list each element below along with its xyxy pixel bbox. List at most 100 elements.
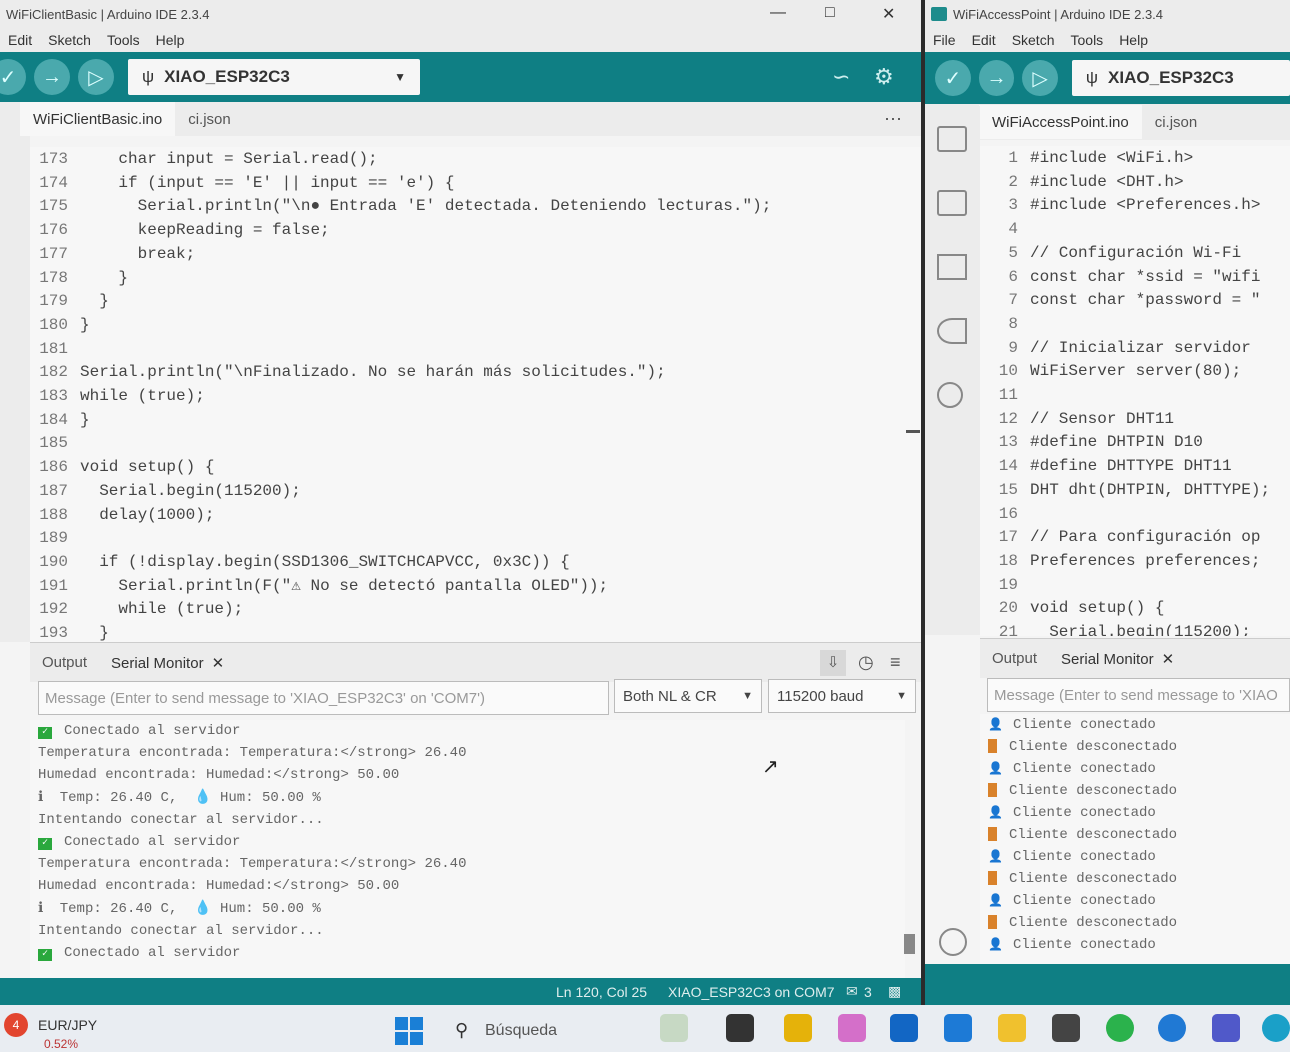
copilot-icon[interactable] [838, 1014, 866, 1042]
code-line[interactable]: 191 Serial.println(F("⚠ No se detectó pa… [30, 574, 608, 598]
verify-button[interactable]: ✓ [935, 60, 971, 96]
code-line[interactable]: 187 Serial.begin(115200); [30, 479, 301, 503]
search-icon[interactable] [937, 382, 963, 408]
code-line[interactable]: 5 // Configuración Wi-Fi [980, 241, 1241, 265]
code-line[interactable]: 8 [980, 312, 1030, 336]
line-ending-select[interactable]: Both NL & CR ▼ [614, 679, 762, 713]
store-icon[interactable] [944, 1014, 972, 1042]
tab-serial-monitor[interactable]: Serial Monitor ✕ [111, 654, 224, 672]
tab-sketch-file[interactable]: WiFiClientBasic.ino [20, 102, 176, 136]
code-line[interactable]: 9 // Inicializar servidor [980, 336, 1250, 360]
code-line[interactable]: 3 #include <Preferences.h> [980, 193, 1260, 217]
code-line[interactable]: 19 [980, 573, 1030, 597]
code-line[interactable]: 185 [30, 431, 80, 455]
menu-tools[interactable]: Tools [107, 32, 140, 48]
maximize-icon[interactable]: □ [825, 4, 835, 22]
board-port[interactable]: XIAO_ESP32C3 on COM7 [668, 984, 835, 1000]
close-icon[interactable]: ✕ [882, 4, 895, 24]
upload-button[interactable]: → [34, 59, 70, 95]
library-icon[interactable] [937, 254, 967, 280]
code-line[interactable]: 6 const char *ssid = "wifi [980, 265, 1260, 289]
code-line[interactable]: 173 char input = Serial.read(); [30, 147, 377, 171]
code-line[interactable]: 175 Serial.println("\n● Entrada 'E' dete… [30, 194, 771, 218]
folder-icon[interactable] [937, 126, 967, 152]
tab-output[interactable]: Output [42, 654, 87, 671]
spotify-icon[interactable] [1106, 1014, 1134, 1042]
toggle-autoscroll-icon[interactable]: ⇩ [820, 649, 846, 676]
more-tabs-icon[interactable]: ⋯ [884, 109, 902, 130]
code-line[interactable]: 13 #define DHTPIN D10 [980, 430, 1203, 454]
debug-button[interactable]: ▷ [1022, 60, 1058, 96]
code-line[interactable]: 17 // Para configuración op [980, 525, 1261, 549]
tab-sketch-file[interactable]: WiFiAccessPoint.ino [979, 105, 1142, 139]
serial-monitor-icon[interactable]: ⚙ [874, 64, 894, 90]
tab-ci-json[interactable]: ci.json [175, 102, 244, 136]
serial-plotter-icon[interactable]: ∽ [832, 64, 850, 90]
boards-manager-icon[interactable] [937, 190, 967, 216]
app-icon[interactable] [1052, 1014, 1080, 1042]
close-icon[interactable]: ✕ [212, 655, 225, 672]
widget-badge[interactable]: 4 [4, 1013, 28, 1037]
close-icon[interactable]: ✕ [1162, 651, 1175, 668]
code-line[interactable]: 181 [30, 337, 80, 361]
code-line[interactable]: 177 break; [30, 242, 195, 266]
code-line[interactable]: 12 // Sensor DHT11 [980, 407, 1174, 431]
outlook-icon[interactable] [890, 1014, 918, 1042]
code-line[interactable]: 14 #define DHTTYPE DHT11 [980, 454, 1232, 478]
code-line[interactable]: 186 void setup() { [30, 455, 214, 479]
verify-button[interactable]: ✓ [0, 59, 26, 95]
code-line[interactable]: 18 Preferences preferences; [980, 549, 1261, 573]
panel-toggle-icon[interactable]: ▩ [888, 983, 901, 1000]
code-line[interactable]: 189 [30, 526, 80, 550]
code-line[interactable]: 16 [980, 502, 1030, 526]
notification-icon[interactable]: ✉ [846, 983, 858, 1000]
tab-output[interactable]: Output [992, 650, 1037, 667]
code-line[interactable]: 192 while (true); [30, 597, 243, 621]
code-line[interactable]: 188 delay(1000); [30, 503, 214, 527]
code-line[interactable]: 1 #include <WiFi.h> [980, 146, 1193, 170]
teams-icon[interactable] [1212, 1014, 1240, 1042]
edge-icon[interactable] [1262, 1014, 1290, 1042]
left-code-editor[interactable]: 173 char input = Serial.read(); 174 if (i… [30, 147, 921, 642]
serial-scrollbar[interactable] [904, 934, 915, 954]
code-line[interactable]: 184} [30, 408, 89, 432]
menu-sketch[interactable]: Sketch [1012, 32, 1055, 48]
tab-ci-json[interactable]: ci.json [1142, 105, 1211, 139]
board-selector[interactable]: ψ XIAO_ESP32C3 ▼ [128, 59, 420, 95]
widget-title[interactable]: EUR/JPY [38, 1017, 97, 1033]
code-line[interactable]: 11 [980, 383, 1030, 407]
task-view-icon[interactable] [726, 1014, 754, 1042]
code-line[interactable]: 10 WiFiServer server(80); [980, 359, 1241, 383]
tab-serial-monitor[interactable]: Serial Monitor ✕ [1061, 650, 1174, 668]
code-line[interactable]: 176 keepReading = false; [30, 218, 329, 242]
widgets-icon[interactable] [660, 1014, 688, 1042]
menu-edit[interactable]: Edit [972, 32, 996, 48]
code-line[interactable]: 15 DHT dht(DHTPIN, DHTTYPE); [980, 478, 1270, 502]
code-line[interactable]: 183 while (true); [30, 384, 205, 408]
code-line[interactable]: 2 #include <DHT.h> [980, 170, 1183, 194]
serial-message-input[interactable]: Message (Enter to send message to 'XIAO [987, 678, 1290, 712]
notes-icon[interactable] [784, 1014, 812, 1042]
account-icon[interactable] [939, 928, 967, 956]
clear-output-icon[interactable]: ≡ [890, 652, 901, 673]
code-line[interactable]: 4 [980, 217, 1030, 241]
menu-edit[interactable]: Edit [8, 32, 32, 48]
menu-sketch[interactable]: Sketch [48, 32, 91, 48]
clock-icon[interactable]: ◷ [858, 652, 874, 673]
code-line[interactable]: 7 const char *password = " [980, 288, 1260, 312]
windows-start-icon[interactable] [395, 1017, 423, 1045]
upload-button[interactable]: → [978, 60, 1015, 96]
baud-rate-select[interactable]: 115200 baud ▼ [768, 679, 916, 713]
board-selector[interactable]: ψ XIAO_ESP32C3 [1071, 60, 1290, 96]
editor-scroll-indicator[interactable] [906, 430, 920, 433]
code-line[interactable]: 193 } [30, 621, 109, 642]
serial-message-input[interactable]: Message (Enter to send message to 'XIAO_… [38, 681, 609, 715]
debug-icon[interactable] [937, 318, 967, 344]
onedrive-icon[interactable] [1158, 1014, 1186, 1042]
code-line[interactable]: 174 if (input == 'E' || input == 'e') { [30, 171, 454, 195]
minimize-icon[interactable]: — [770, 4, 786, 22]
menu-help[interactable]: Help [1119, 32, 1148, 48]
code-line[interactable]: 178 } [30, 266, 128, 290]
code-line[interactable]: 190 if (!display.begin(SSD1306_SWITCHCAP… [30, 550, 570, 574]
file-explorer-icon[interactable] [998, 1014, 1026, 1042]
